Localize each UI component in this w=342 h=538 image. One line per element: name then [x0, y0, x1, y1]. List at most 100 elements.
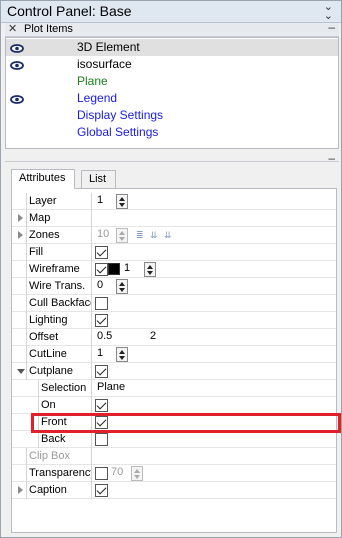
cutline-spinner-arrows[interactable] — [116, 347, 128, 362]
plot-item-label: Global Settings — [77, 125, 159, 139]
panel-divider[interactable]: – — [5, 151, 339, 165]
expand-caption-icon[interactable] — [18, 486, 23, 494]
plot-item-label: isosurface — [77, 57, 132, 71]
attr-row-offset: Offset 0.5 2 — [12, 329, 336, 346]
offset-value-1[interactable]: 0.5 — [97, 330, 112, 342]
transparency-checkbox[interactable] — [95, 467, 108, 480]
attr-row-lighting: Lighting — [12, 312, 336, 329]
front-checkbox[interactable] — [95, 416, 108, 429]
expand-map-icon[interactable] — [18, 214, 23, 222]
on-checkbox[interactable] — [95, 399, 108, 412]
wireframe-width-spinbox[interactable]: 1 — [124, 262, 130, 274]
cutplane-checkbox[interactable] — [95, 365, 108, 378]
attr-label: Selection — [38, 380, 92, 397]
plot-item-isosurface[interactable]: isosurface — [6, 56, 338, 73]
plot-item-legend[interactable]: Legend — [6, 90, 338, 107]
attr-row-zones: Zones 10 ≣ ⇊ ⇊ — [12, 227, 336, 244]
wire-trans-spinner-arrows[interactable] — [116, 279, 128, 294]
plot-item-label: Legend — [77, 91, 118, 105]
offset-value: 0.5 2 — [94, 329, 336, 346]
divider-line — [5, 161, 339, 162]
attr-row-cutline: CutLine 1 — [12, 346, 336, 363]
wire-trans-value: 0 — [94, 278, 336, 295]
attributes-panel: Layer 1 Map Zones 10 ≣ ⇊ ⇊ Fill Wirefram… — [11, 188, 337, 533]
fill-checkbox[interactable] — [95, 246, 108, 259]
front-value — [94, 414, 336, 431]
cutline-value: 1 — [94, 346, 336, 363]
attr-label: Wireframe — [26, 261, 92, 278]
expand-zones-icon[interactable] — [18, 231, 23, 239]
plot-item-display-settings[interactable]: Display Settings — [6, 107, 338, 124]
back-value — [94, 431, 336, 448]
attr-label: Wire Trans. — [26, 278, 92, 295]
attr-label: Cutplane — [26, 363, 92, 380]
attr-label: Zones — [26, 227, 92, 244]
attr-label: Lighting — [26, 312, 92, 329]
wireframe-spinner-arrows[interactable] — [144, 262, 156, 277]
cull-backface-value — [94, 295, 336, 312]
minimize-plot-items-icon[interactable]: – — [328, 20, 335, 34]
window-title: Control Panel: Base — [7, 3, 132, 19]
attr-row-selection: Selection Plane — [12, 380, 336, 397]
attr-row-wireframe: Wireframe 1 — [12, 261, 336, 278]
attr-label: Map — [26, 210, 92, 227]
zones-spinner-arrows[interactable] — [116, 228, 128, 243]
minimize-attributes-icon[interactable]: – — [328, 151, 335, 165]
zones-select-none-icon[interactable]: ⇊ — [164, 230, 174, 240]
attr-row-cull-backface: Cull Backface — [12, 295, 336, 312]
plot-item-label: 3D Element — [77, 40, 140, 54]
on-value — [94, 397, 336, 414]
layer-spinbox[interactable]: 1 — [97, 194, 103, 206]
caption-value — [94, 482, 336, 499]
layer-spinner-arrows[interactable] — [116, 194, 128, 209]
wire-trans-spinbox[interactable]: 0 — [97, 279, 103, 291]
back-checkbox[interactable] — [95, 433, 108, 446]
tab-list[interactable]: List — [81, 170, 116, 189]
attr-label: Cull Backface — [26, 295, 92, 312]
zones-select-all-icon[interactable]: ⇊ — [150, 230, 160, 240]
plot-item-3d-element[interactable]: 3D Element — [6, 39, 338, 56]
attr-row-layer: Layer 1 — [12, 193, 336, 210]
cull-backface-checkbox[interactable] — [95, 297, 108, 310]
zones-spinbox[interactable]: 10 — [97, 228, 109, 240]
collapse-cutplane-icon[interactable] — [17, 369, 25, 374]
attr-row-caption: Caption — [12, 482, 336, 499]
selection-dropdown[interactable]: Plane — [97, 381, 125, 393]
wireframe-value: 1 — [94, 261, 336, 278]
attr-row-map: Map — [12, 210, 336, 227]
selection-value: Plane — [94, 380, 336, 397]
lighting-value — [94, 312, 336, 329]
transparency-spinbox[interactable]: 70 — [111, 466, 123, 478]
offset-value-2[interactable]: 2 — [150, 330, 156, 342]
caption-checkbox[interactable] — [95, 484, 108, 497]
attr-label: Transparency — [26, 465, 92, 482]
collapse-icon[interactable]: ✕ — [8, 22, 17, 35]
lighting-checkbox[interactable] — [95, 314, 108, 327]
transparency-spinner-arrows[interactable] — [131, 466, 143, 481]
attr-row-cutplane: Cutplane — [12, 363, 336, 380]
title-menu-icon[interactable]: ⌄ ⌄ — [324, 2, 333, 22]
cutline-spinbox[interactable]: 1 — [97, 347, 103, 359]
attr-label: CutLine — [26, 346, 92, 363]
eye-icon[interactable] — [10, 59, 24, 73]
zones-list-icon[interactable]: ≣ — [136, 230, 146, 240]
attr-row-on: On — [12, 397, 336, 414]
cutplane-value — [94, 363, 336, 380]
attr-row-fill: Fill — [12, 244, 336, 261]
plot-items-header[interactable]: ✕ Plot Items – — [5, 20, 339, 37]
plot-item-global-settings[interactable]: Global Settings — [6, 124, 338, 141]
attr-label: Offset — [26, 329, 92, 346]
attr-label: On — [38, 397, 92, 414]
attr-label: Fill — [26, 244, 92, 261]
attr-row-clip-box: Clip Box — [12, 448, 336, 465]
wireframe-color-swatch[interactable] — [108, 263, 120, 275]
plot-item-label: Plane — [77, 74, 108, 88]
eye-icon[interactable] — [10, 42, 24, 56]
eye-icon[interactable] — [10, 93, 24, 107]
zones-value: 10 ≣ ⇊ ⇊ — [94, 227, 336, 244]
wireframe-checkbox[interactable] — [95, 263, 108, 276]
tab-attributes[interactable]: Attributes — [11, 169, 75, 189]
attr-label: Back — [38, 431, 92, 448]
plot-item-plane[interactable]: Plane — [6, 73, 338, 90]
attr-label: Clip Box — [26, 448, 92, 465]
